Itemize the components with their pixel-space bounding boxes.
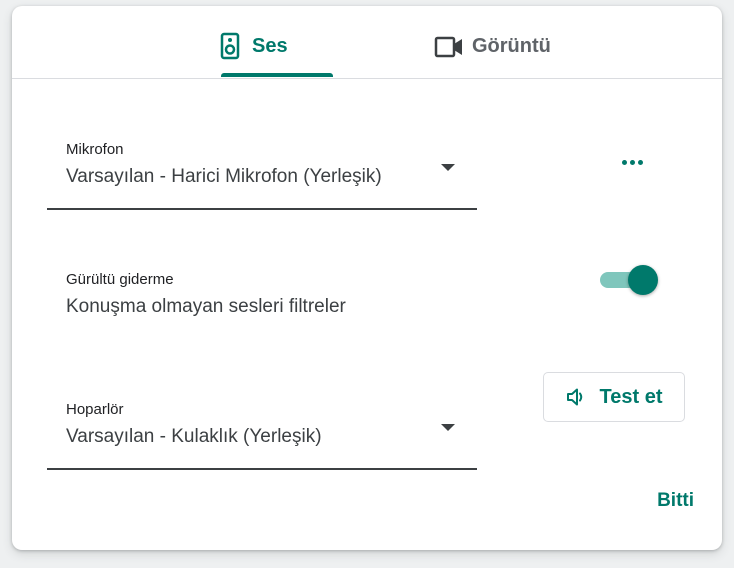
microphone-dropdown-arrow-icon [441,164,455,171]
microphone-value: Varsayılan - Harici Mikrofon (Yerleşik) [66,166,382,187]
volume-icon [566,387,588,407]
toggle-thumb [628,265,658,295]
more-horizontal-icon [620,159,644,165]
microphone-label: Mikrofon [66,141,124,158]
speaker-icon [220,32,240,60]
speaker-value: Varsayılan - Kulaklık (Yerleşik) [66,426,322,447]
noise-cancellation-toggle[interactable] [600,264,660,296]
tab-video[interactable]: Görüntü [434,32,564,78]
tab-audio-label: Ses [252,35,288,57]
speaker-dropdown-arrow-icon [441,424,455,431]
audio-settings-dialog: Ses Görüntü Mikrofon Varsayılan - Harici… [12,6,722,550]
noise-cancellation-label: Gürültü giderme [66,271,174,288]
microphone-select[interactable]: Mikrofon Varsayılan - Harici Mikrofon (Y… [47,138,477,210]
done-button[interactable]: Bitti [644,490,694,518]
speaker-label: Hoparlör [66,401,124,418]
tab-audio[interactable]: Ses [220,32,332,78]
noise-cancellation-description: Konuşma olmayan sesleri filtreler [66,296,346,317]
more-options-button[interactable] [610,148,654,176]
settings-tabs: Ses Görüntü [12,6,722,79]
test-speaker-button[interactable]: Test et [543,372,685,422]
active-tab-indicator [221,73,333,77]
speaker-select[interactable]: Hoparlör Varsayılan - Kulaklık (Yerleşik… [47,398,477,470]
video-camera-icon [434,36,464,58]
test-speaker-label: Test et [599,385,663,408]
tab-video-label: Görüntü [472,35,551,57]
